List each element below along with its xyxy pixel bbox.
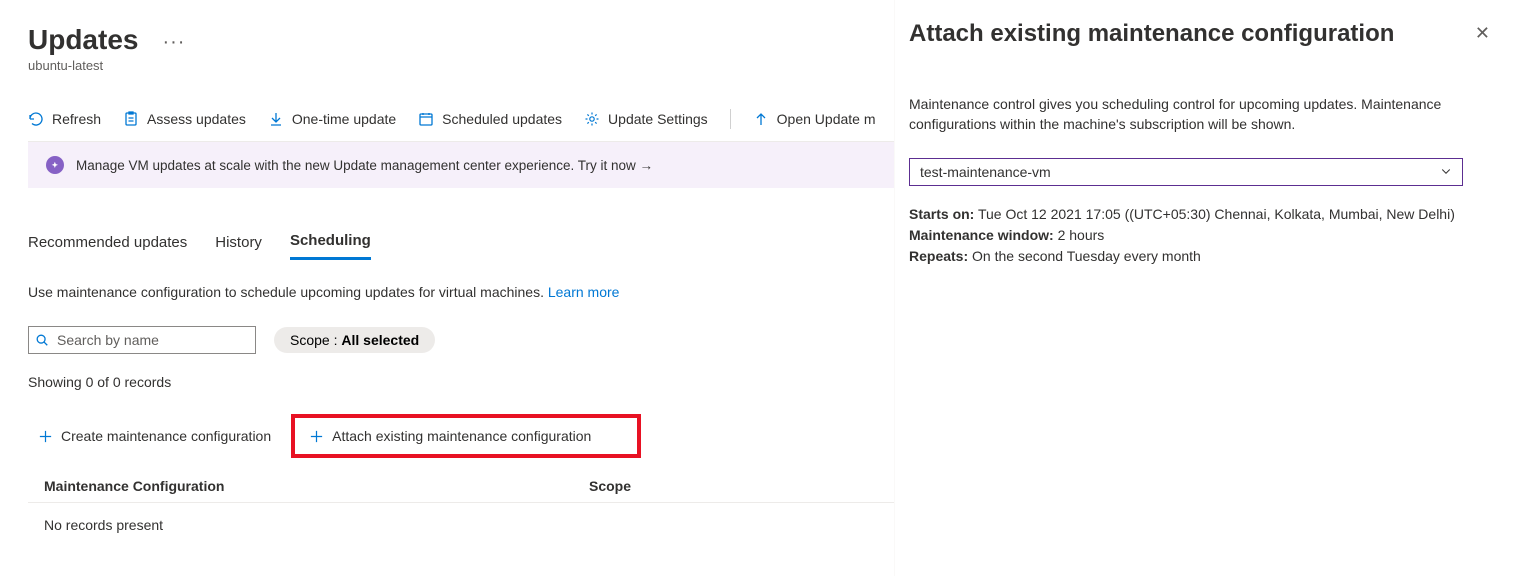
- action-row: Create maintenance configuration Attach …: [28, 414, 895, 458]
- info-banner[interactable]: Manage VM updates at scale with the new …: [28, 141, 895, 188]
- plus-icon: [309, 429, 324, 444]
- tab-scheduling[interactable]: Scheduling: [290, 232, 371, 260]
- arrow-up-icon: [753, 111, 769, 127]
- search-box: [28, 326, 256, 354]
- panel-header: Attach existing maintenance configuratio…: [909, 18, 1496, 49]
- description-text: Use maintenance configuration to schedul…: [28, 284, 544, 300]
- search-input[interactable]: [28, 326, 256, 354]
- clipboard-icon: [123, 111, 139, 127]
- create-config-label: Create maintenance configuration: [61, 428, 271, 444]
- plus-icon: [38, 429, 53, 444]
- onetime-label: One-time update: [292, 111, 396, 127]
- detail-row-starts: Starts on: Tue Oct 12 2021 17:05 ((UTC+0…: [909, 204, 1496, 225]
- close-icon[interactable]: ✕: [1469, 18, 1496, 48]
- col-header-scope[interactable]: Scope: [589, 478, 879, 494]
- side-panel: Attach existing maintenance configuratio…: [894, 0, 1524, 576]
- settings-label: Update Settings: [608, 111, 708, 127]
- tabs: Recommended updates History Scheduling: [28, 232, 895, 260]
- attach-config-button[interactable]: Attach existing maintenance configuratio…: [299, 420, 597, 452]
- refresh-icon: [28, 111, 44, 127]
- page-title: Updates: [28, 24, 138, 56]
- more-icon[interactable]: ···: [162, 31, 185, 54]
- onetime-button[interactable]: One-time update: [268, 111, 396, 127]
- table-header: Maintenance Configuration Scope: [28, 468, 895, 503]
- chevron-down-icon: [1440, 164, 1452, 180]
- tab-recommended[interactable]: Recommended updates: [28, 232, 187, 260]
- panel-details: Starts on: Tue Oct 12 2021 17:05 ((UTC+0…: [909, 204, 1496, 267]
- gear-icon: [584, 111, 600, 127]
- page-title-row: Updates ···: [28, 24, 895, 56]
- tab-history[interactable]: History: [215, 232, 262, 260]
- starts-value: Tue Oct 12 2021 17:05 ((UTC+05:30) Chenn…: [974, 206, 1455, 222]
- refresh-button[interactable]: Refresh: [28, 111, 101, 127]
- assess-label: Assess updates: [147, 111, 246, 127]
- scope-value: All selected: [341, 332, 419, 348]
- window-label: Maintenance window:: [909, 227, 1054, 243]
- scheduled-label: Scheduled updates: [442, 111, 562, 127]
- main-content: Updates ··· ubuntu-latest Refresh Assess…: [0, 0, 895, 547]
- detail-row-repeats: Repeats: On the second Tuesday every mon…: [909, 246, 1496, 267]
- col-header-config[interactable]: Maintenance Configuration: [44, 478, 589, 494]
- open-management-button[interactable]: Open Update m: [753, 111, 876, 127]
- refresh-label: Refresh: [52, 111, 101, 127]
- settings-button[interactable]: Update Settings: [584, 111, 708, 127]
- calendar-icon: [418, 111, 434, 127]
- toolbar: Refresh Assess updates One-time update S…: [28, 109, 895, 139]
- scheduled-button[interactable]: Scheduled updates: [418, 111, 562, 127]
- table-empty-row: No records present: [28, 503, 895, 547]
- banner-text: Manage VM updates at scale with the new …: [76, 158, 653, 173]
- create-config-button[interactable]: Create maintenance configuration: [28, 420, 277, 452]
- detail-row-window: Maintenance window: 2 hours: [909, 225, 1496, 246]
- compass-icon: [46, 156, 64, 174]
- tab-description: Use maintenance configuration to schedul…: [28, 284, 895, 300]
- attach-config-label: Attach existing maintenance configuratio…: [332, 428, 591, 444]
- records-count: Showing 0 of 0 records: [28, 374, 895, 390]
- config-select-value: test-maintenance-vm: [920, 164, 1051, 180]
- page-subtitle: ubuntu-latest: [28, 58, 895, 73]
- repeats-value: On the second Tuesday every month: [968, 248, 1201, 264]
- download-icon: [268, 111, 284, 127]
- window-value: 2 hours: [1054, 227, 1105, 243]
- panel-description: Maintenance control gives you scheduling…: [909, 95, 1496, 134]
- assess-button[interactable]: Assess updates: [123, 111, 246, 127]
- toolbar-divider: [730, 109, 731, 129]
- learn-more-link[interactable]: Learn more: [548, 284, 620, 300]
- open-management-label: Open Update m: [777, 111, 876, 127]
- scope-prefix: Scope :: [290, 332, 341, 348]
- panel-title: Attach existing maintenance configuratio…: [909, 18, 1394, 49]
- search-row: Scope : All selected: [28, 326, 895, 354]
- highlight-annotation: Attach existing maintenance configuratio…: [291, 414, 641, 458]
- search-icon: [35, 333, 49, 347]
- repeats-label: Repeats:: [909, 248, 968, 264]
- starts-label: Starts on:: [909, 206, 974, 222]
- scope-filter[interactable]: Scope : All selected: [274, 327, 435, 353]
- config-select[interactable]: test-maintenance-vm: [909, 158, 1463, 186]
